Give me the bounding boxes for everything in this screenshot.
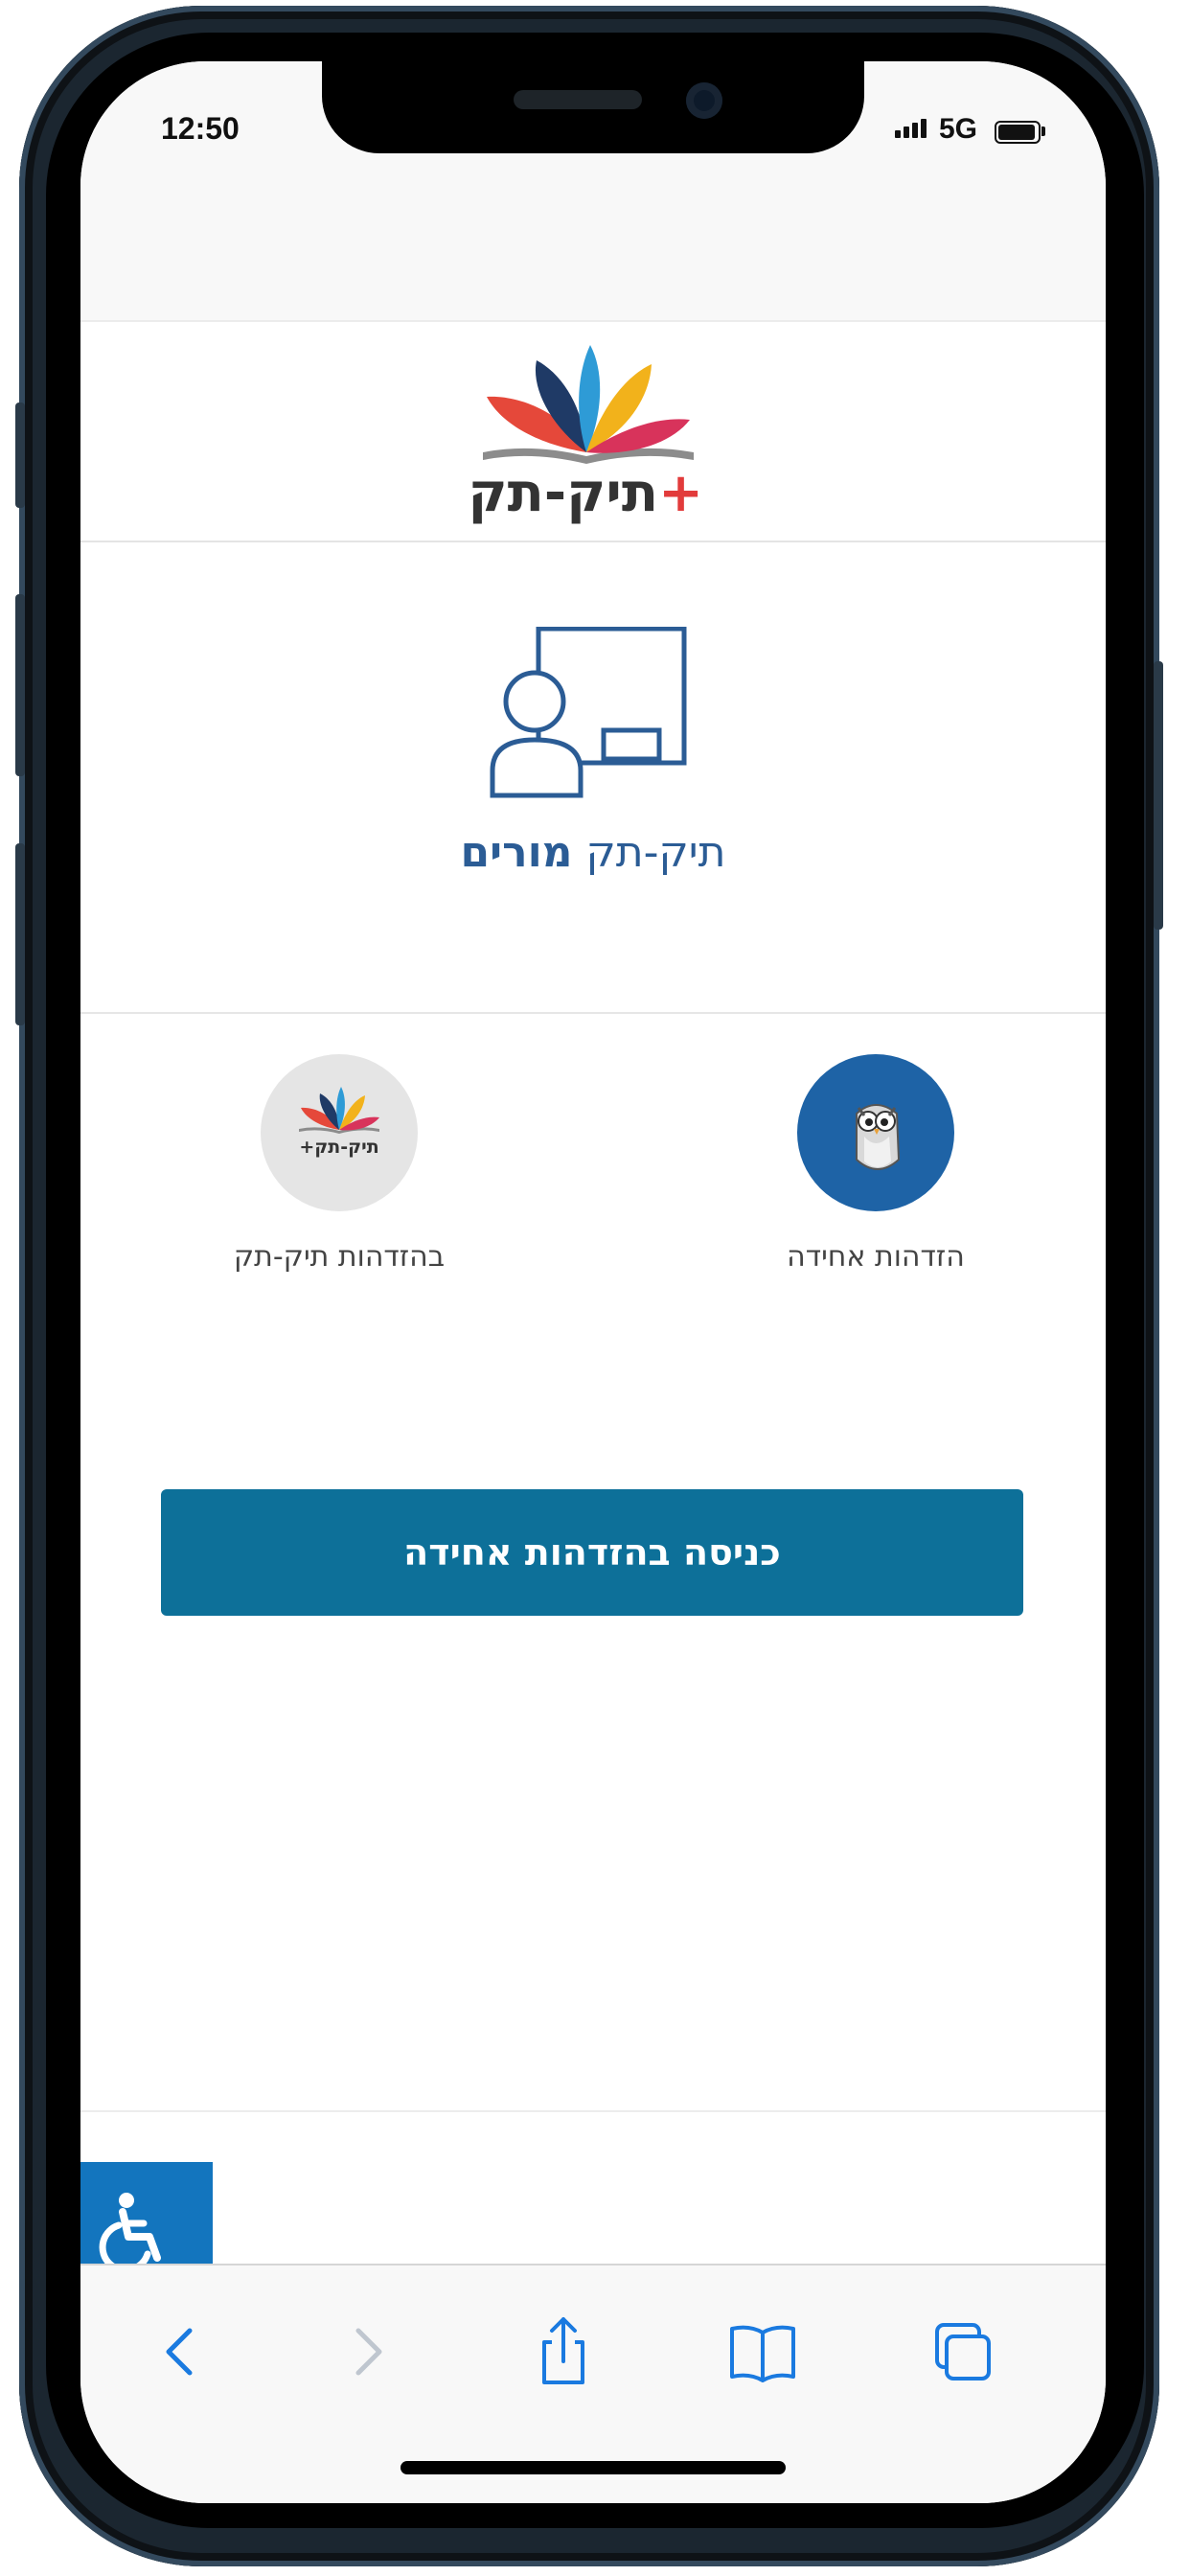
unified-login-button[interactable]: כניסה בהזדהות אחידה xyxy=(161,1489,1023,1616)
bookmarks-icon[interactable] xyxy=(724,2313,801,2390)
accessibility-button[interactable] xyxy=(80,2162,213,2267)
status-time: 12:50 xyxy=(161,111,240,146)
forward-arrow-icon[interactable] xyxy=(330,2313,406,2390)
speaker-grille xyxy=(514,90,642,109)
content-divider xyxy=(80,2110,1106,2112)
phone-volume-up xyxy=(15,594,25,776)
tiktak-logo[interactable]: +תיק-תק xyxy=(468,339,703,527)
option-tiktak-login[interactable]: תיק-תק+ בהזדהות תיק-תק xyxy=(176,1054,502,1274)
tiktak-logo-icon: תיק-תק+ xyxy=(261,1054,418,1211)
teacher-section: תיק-תק מורים xyxy=(80,540,1106,1014)
site-header: +תיק-תק xyxy=(80,320,1106,542)
option-unified-login-label: הזדהות אחידה xyxy=(787,1240,965,1274)
option-tiktak-login-label: בהזדהות תיק-תק xyxy=(233,1240,446,1274)
wheelchair-icon xyxy=(99,2193,161,2267)
tiktak-mini-wordmark: תיק-תק+ xyxy=(299,1137,379,1158)
battery-icon xyxy=(995,121,1041,144)
phone-silent-switch xyxy=(15,402,25,508)
phone-volume-down xyxy=(15,843,25,1025)
signal-icon xyxy=(895,119,929,138)
back-arrow-icon[interactable] xyxy=(142,2313,218,2390)
network-type: 5G xyxy=(939,113,978,145)
home-indicator xyxy=(400,2461,786,2474)
teacher-board-icon xyxy=(490,627,687,798)
phone-screen: 12:50 5G +תיק-תק תיק-תק מורים הזדהות אחי… xyxy=(80,61,1106,2503)
teacher-portal-title: תיק-תק מורים xyxy=(460,828,726,877)
owl-icon xyxy=(797,1054,954,1211)
share-icon[interactable] xyxy=(525,2313,602,2390)
front-camera xyxy=(686,82,722,119)
phone-power-button xyxy=(1154,661,1163,930)
notch xyxy=(322,61,864,153)
tabs-icon[interactable] xyxy=(924,2313,1000,2390)
logo-wordmark: +תיק-תק xyxy=(468,462,703,524)
option-unified-login[interactable]: הזדהות אחידה xyxy=(713,1054,1039,1274)
book-flower-logo-icon xyxy=(483,345,694,464)
